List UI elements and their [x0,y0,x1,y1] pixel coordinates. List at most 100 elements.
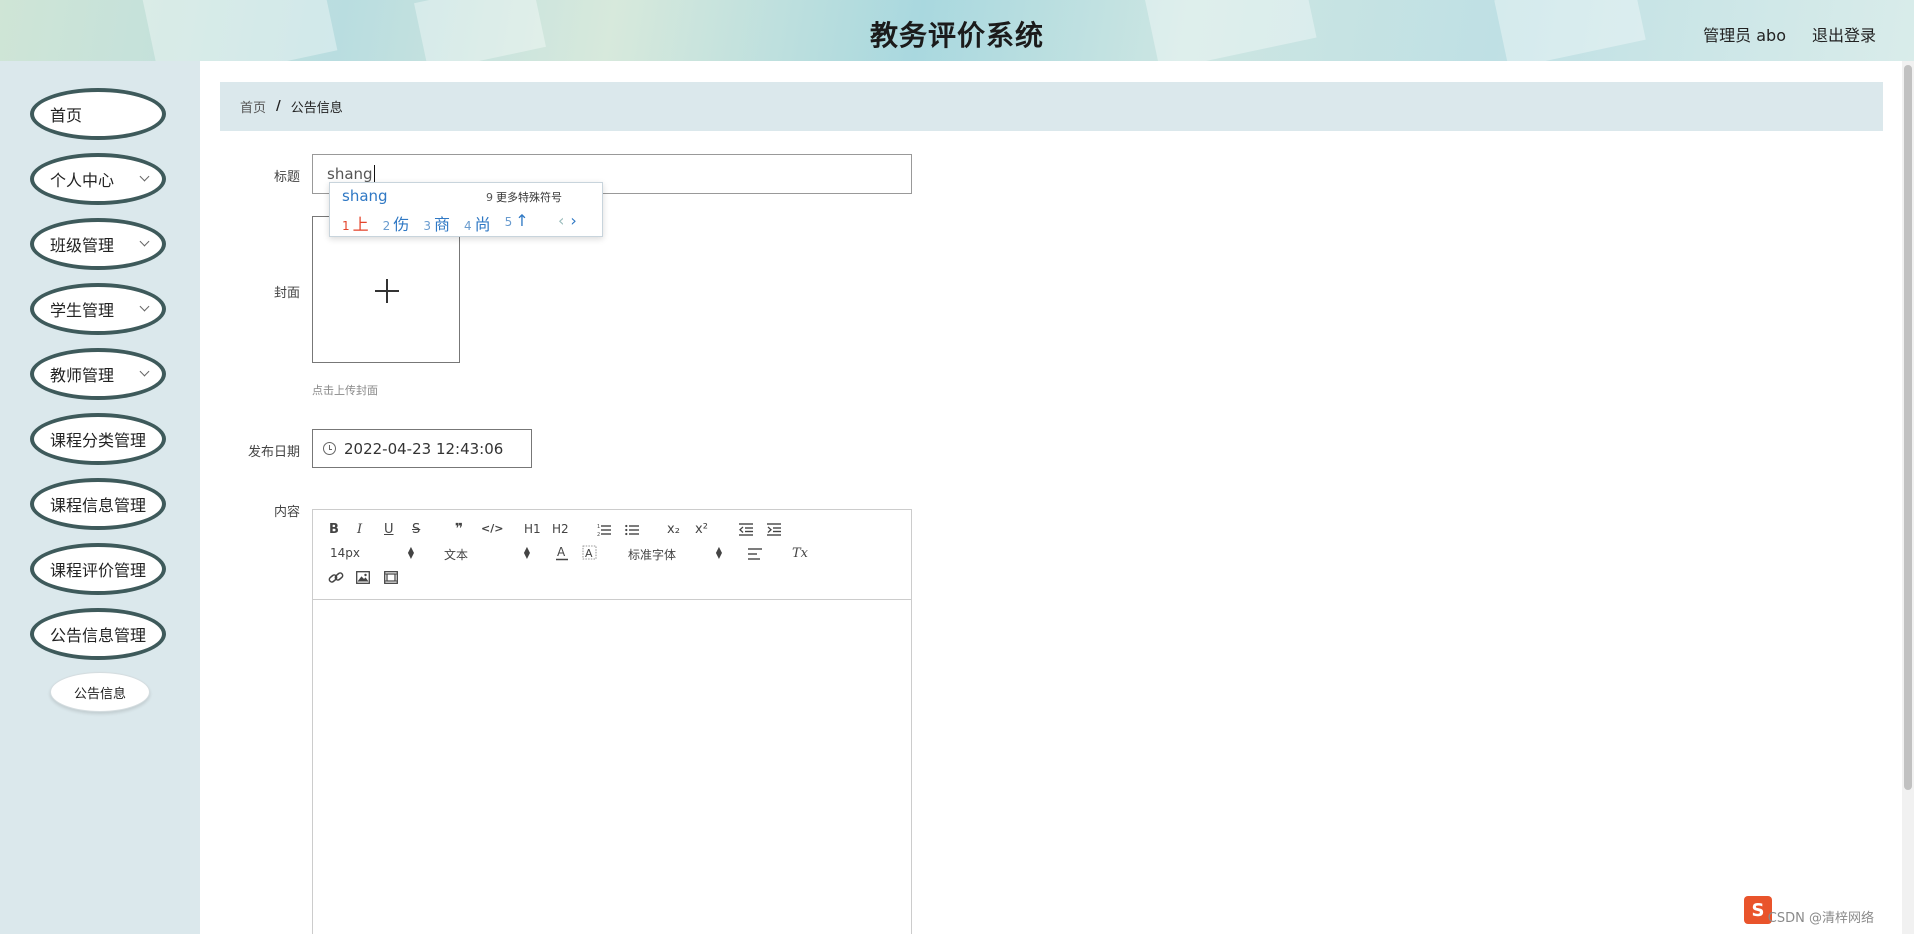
sidebar-item-label: 课程评价管理 [50,561,147,580]
header2-button[interactable]: H2 [552,522,569,536]
code-block-button[interactable]: </> [481,522,503,535]
sidebar-item-label: 公告信息管理 [50,626,147,645]
sidebar-item-student-management[interactable]: 学生管理 [30,283,166,335]
ime-candidate-text: 上 [352,215,369,234]
breadcrumb-home[interactable]: 首页 [240,97,266,116]
sidebar-item-label: 首页 [50,106,83,125]
ime-page-arrows: ‹ › [558,211,577,230]
ime-candidate-number: 5 [504,215,513,229]
ordered-list-icon[interactable]: 1 2 [597,523,611,537]
ime-candidate-number: 3 [423,219,431,233]
subscript-button[interactable]: x₂ [667,522,680,537]
date-label: 发布日期 [247,445,300,460]
align-left-icon[interactable] [748,548,762,560]
chevron-down-icon [139,301,150,312]
rich-text-editor: B I U S ❞ </> H1 H2 1 2 x₂ x² 14px ▲ ▼ 文… [312,509,912,934]
editor-toolbar: B I U S ❞ </> H1 H2 1 2 x₂ x² 14px ▲ ▼ 文… [313,510,911,600]
sidebar-item-label: 课程分类管理 [50,431,147,450]
page-scrollbar[interactable] [1902,61,1914,934]
cover-label: 封面 [273,286,300,301]
sidebar-item-home[interactable]: 首页 [30,88,166,140]
ime-candidate-1[interactable]: 1上 [342,211,369,235]
ime-candidate-text: ↑ [515,211,529,230]
ime-more-symbols[interactable]: 9 更多特殊符号 [486,189,562,205]
ime-candidate-text: 商 [433,215,450,234]
svg-text:2: 2 [597,532,600,537]
font-size-select-value: 14px [330,546,360,560]
link-icon[interactable] [328,571,344,585]
chevron-down-icon [139,366,150,377]
watermark: CSDN @清梓网络 [1767,911,1874,926]
header1-button[interactable]: H1 [524,522,541,536]
header-select[interactable]: 文本 ▲ ▼ [444,545,530,563]
scrollbar-thumb[interactable] [1904,65,1912,790]
italic-button[interactable]: I [357,522,362,537]
font-family-select[interactable]: 标准字体 ▲ ▼ [628,545,722,563]
header: 教务评价系统 管理员 abo 退出登录 [0,0,1914,61]
ime-candidate-number: 4 [463,219,472,233]
ime-candidate-5[interactable]: 5 ↑ [505,211,529,235]
ime-candidate-popup: shang 9 更多特殊符号 1上 2伤 3商 4尚 5 ↑ ‹ › [329,182,603,237]
ime-candidate-number: 1 [342,219,350,233]
chevron-down-icon [139,171,150,182]
text-caret [373,165,375,183]
header-select-value: 文本 [444,548,469,562]
font-size-select[interactable]: 14px ▲ ▼ [330,546,414,562]
sidebar-item-label: 课程信息管理 [50,496,147,515]
video-icon[interactable] [384,571,398,584]
ime-candidates: 1上 2伤 3商 4尚 5 ↑ [342,211,543,235]
strike-button[interactable]: S [412,522,420,537]
outdent-icon[interactable] [739,523,753,536]
bold-button[interactable]: B [329,522,339,537]
title-label: 标题 [273,170,300,185]
app-title: 教务评价系统 [869,19,1044,52]
select-arrows-icon: ▲ ▼ [715,545,722,560]
breadcrumb: 首页 / 公告信息 [220,82,1883,131]
cover-upload-hint: 点击上传封面 [312,384,378,397]
publish-date-picker[interactable]: 2022-04-23 12:43:06 [312,429,532,468]
ime-composition: shang [342,187,388,205]
breadcrumb-separator: / [276,99,281,114]
sidebar-item-teacher-management[interactable]: 教师管理 [30,348,166,400]
select-arrows-icon: ▲ ▼ [523,545,530,560]
select-arrows-icon: ▲ ▼ [407,545,414,560]
font-family-select-value: 标准字体 [628,548,677,562]
title-input-value: shang [327,165,373,183]
blockquote-button[interactable]: ❞ [455,521,463,537]
sidebar-item-personal-center[interactable]: 个人中心 [30,153,166,205]
ime-candidate-4[interactable]: 4尚 [464,211,491,235]
ime-prev-arrow-icon[interactable]: ‹ [558,211,564,230]
publish-date-value: 2022-04-23 12:43:06 [344,439,504,458]
sidebar-item-label: 个人中心 [50,171,115,190]
ime-candidate-text: 伤 [393,215,410,234]
sidebar-item-course-info[interactable]: 课程信息管理 [30,478,166,530]
indent-icon[interactable] [767,523,781,536]
sidebar-item-course-category[interactable]: 课程分类管理 [30,413,166,465]
sidebar-item-notice-management[interactable]: 公告信息管理 [30,608,166,660]
font-color-icon[interactable]: A [555,545,569,561]
ime-candidate-2[interactable]: 2伤 [383,211,410,235]
ime-candidate-3[interactable]: 3商 [423,211,450,235]
sidebar: 首页 个人中心 班级管理 学生管理 教师管理 课程分类管理 课程信息管理 课程评… [0,61,200,934]
ime-candidate-text: 尚 [474,215,491,234]
logout-link[interactable]: 退出登录 [1812,22,1876,46]
cover-upload[interactable] [312,216,460,363]
background-color-icon[interactable]: A [582,545,597,561]
sidebar-subitem-notice-info[interactable]: 公告信息 [50,672,150,712]
clear-format-button[interactable]: Tx [792,546,808,561]
bullet-list-icon[interactable] [625,523,639,537]
underline-button[interactable]: U [384,522,394,537]
clock-icon [323,442,336,455]
image-icon[interactable] [356,571,370,584]
ime-more-label: 更多特殊符号 [496,191,562,204]
superscript-button[interactable]: x² [695,522,708,537]
ime-next-arrow-icon[interactable]: › [570,211,576,230]
sidebar-item-label: 教师管理 [50,366,115,385]
svg-text:A: A [585,547,593,560]
sidebar-item-class-management[interactable]: 班级管理 [30,218,166,270]
sidebar-item-label: 学生管理 [50,301,115,320]
sidebar-item-course-evaluation[interactable]: 课程评价管理 [30,543,166,595]
svg-text:A: A [557,545,566,559]
editor-content-area[interactable] [313,600,911,934]
current-user: 管理员 abo [1703,26,1786,45]
